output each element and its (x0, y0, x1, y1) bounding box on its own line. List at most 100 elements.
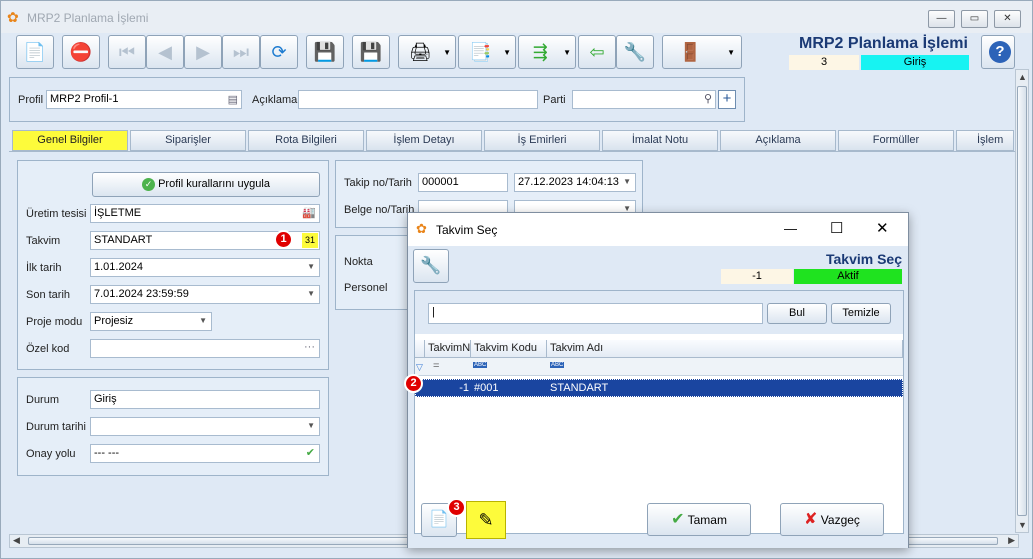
prev-record-button[interactable]: ◀ (146, 35, 184, 69)
onay-yolu-input[interactable]: --- --- ✔ (90, 444, 320, 463)
scroll-down-icon[interactable]: ▼ (1018, 520, 1027, 530)
search-input[interactable]: | (428, 303, 763, 324)
aciklama-input[interactable] (298, 90, 538, 109)
tab-rota-bilgileri[interactable]: Rota Bilgileri (248, 130, 364, 151)
chevron-down-icon[interactable]: ▼ (623, 177, 631, 186)
approve-icon[interactable]: ✔ (306, 446, 315, 459)
filter-row[interactable]: ▽ = ABC ABC (415, 358, 903, 376)
tab-islem-g[interactable]: İşlem G (956, 130, 1014, 151)
filter-equals[interactable]: = (433, 360, 439, 372)
tab-genel-bilgiler[interactable]: Genel Bilgiler (12, 130, 128, 151)
abc-filter-icon[interactable]: ABC (473, 362, 488, 368)
column-header-takvim-kodu[interactable]: Takvim Kodu (471, 340, 547, 358)
row-indicator-header (415, 340, 425, 358)
dialog-settings-button[interactable]: 🔧 (413, 249, 449, 283)
cancel-x-icon: ✘ (804, 511, 818, 528)
record-number: 3 (789, 55, 859, 70)
import-button[interactable]: ⇦ (578, 35, 616, 69)
close-button[interactable]: ✕ (994, 10, 1021, 28)
dialog-record-number: -1 (721, 269, 793, 284)
ozel-kod-input[interactable]: ··· (90, 339, 320, 358)
uretim-input[interactable]: İŞLETME 🏭 (90, 204, 320, 223)
son-tarih-input[interactable]: 7.01.2024 23:59:59 ▼ (90, 285, 320, 304)
save-button[interactable]: 💾 (306, 35, 344, 69)
scroll-left-icon[interactable]: ◀ (13, 535, 20, 546)
edit-calendar-button[interactable]: ✎ (466, 501, 506, 539)
chevron-down-icon[interactable]: ▼ (307, 262, 315, 271)
factory-icon[interactable]: 🏭 (302, 206, 316, 219)
column-header-takvimno[interactable]: TakvimN (425, 340, 471, 358)
onay-yolu-value: --- --- (94, 447, 120, 459)
general-panel: ✓ Profil kurallarını uygula Üretim tesis… (17, 160, 329, 370)
filter-icon[interactable]: ▽ (416, 362, 423, 373)
proje-modu-value: Projesiz (94, 315, 134, 327)
minimize-button[interactable]: — (784, 221, 797, 236)
tab-is-emirleri[interactable]: İş Emirleri (484, 130, 600, 151)
durum-tarihi-label: Durum tarihi (26, 421, 86, 433)
grid-panel: | Bul Temizle TakvimN Takvim Kodu Takvim… (414, 290, 904, 534)
durum-input[interactable]: Giriş (90, 390, 320, 409)
profil-input[interactable]: MRP2 Profil-1 ▤ (46, 90, 242, 109)
chevron-down-icon: ▼ (443, 48, 451, 57)
help-button[interactable]: ? (981, 35, 1015, 69)
tab-formuller[interactable]: Formüller (838, 130, 954, 151)
list-icon[interactable]: ▤ (228, 93, 238, 106)
minimize-button[interactable]: — (928, 10, 955, 28)
scroll-right-icon[interactable]: ▶ (1008, 535, 1015, 546)
ellipsis-button[interactable]: ··· (304, 341, 315, 353)
mode-badge: Giriş (861, 55, 969, 70)
exit-door-icon: 🚪 (679, 42, 702, 62)
chevron-down-icon[interactable]: ▼ (307, 289, 315, 298)
delete-document-icon: ⛔ (69, 42, 93, 62)
settings-button[interactable]: 🔧 (616, 35, 654, 69)
chevron-down-icon[interactable]: ▼ (307, 421, 315, 430)
tab-imalat-notu[interactable]: İmalat Notu (602, 130, 718, 151)
scrollbar-thumb[interactable] (1017, 86, 1027, 516)
exit-button[interactable]: 🚪 ▼ (662, 35, 742, 69)
tamam-button[interactable]: ✔ Tamam (647, 503, 751, 536)
tab-aciklama[interactable]: Açıklama (720, 130, 836, 151)
first-record-button[interactable]: ⏮ (108, 35, 146, 69)
close-button[interactable]: ✕ (876, 219, 889, 237)
maximize-button[interactable]: ▭ (961, 10, 988, 28)
tab-islem-detayi[interactable]: İşlem Detayı (366, 130, 482, 151)
import-icon: ⇦ (589, 42, 605, 62)
add-parti-button[interactable]: + (718, 90, 736, 109)
next-record-button[interactable]: ▶ (184, 35, 222, 69)
bul-button[interactable]: Bul (767, 303, 827, 324)
refresh-button[interactable]: ⟳ (260, 35, 298, 69)
takvim-value: STANDART (94, 234, 153, 246)
vertical-scrollbar[interactable]: ▲ ▼ (1015, 69, 1029, 533)
takip-no-input[interactable]: 000001 (418, 173, 508, 192)
apply-profile-rules-button[interactable]: ✓ Profil kurallarını uygula (92, 172, 320, 197)
takip-tarih-input[interactable]: 27.12.2023 14:04:13 ▼ (514, 173, 636, 192)
apply-profile-rules-label: Profil kurallarını uygula (158, 178, 270, 190)
new-record-button[interactable]: 📄 (16, 35, 54, 69)
export-button[interactable]: ⇶ ▼ (518, 35, 576, 69)
prev-icon: ◀ (158, 42, 172, 62)
lookup-icon[interactable]: ⚲ (704, 92, 712, 105)
ilk-tarih-input[interactable]: 1.01.2024 ▼ (90, 258, 320, 277)
pdf-export-button[interactable]: 📑 ▼ (458, 35, 516, 69)
print-button[interactable]: 🖨 ▼ (398, 35, 456, 69)
temizle-button[interactable]: Temizle (831, 303, 891, 324)
durum-tarihi-input[interactable]: ▼ (90, 417, 320, 436)
vazgec-button[interactable]: ✘ Vazgeç (780, 503, 884, 536)
butterfly-icon: ✿ (416, 221, 427, 236)
aciklama-label: Açıklama (252, 94, 298, 106)
abc-filter-icon[interactable]: ABC (550, 362, 565, 368)
last-record-button[interactable]: ⏭ (222, 35, 260, 69)
column-header-takvim-adi[interactable]: Takvim Adı (547, 340, 903, 358)
maximize-button[interactable]: ☐ (830, 219, 843, 237)
calendar-icon[interactable]: 31 (302, 233, 318, 248)
table-row[interactable]: -1 #001 STANDART (415, 379, 903, 397)
parti-input[interactable]: ⚲ (572, 90, 716, 109)
save-cancel-button[interactable]: 💾 (352, 35, 390, 69)
scroll-up-icon[interactable]: ▲ (1018, 72, 1027, 82)
delete-record-button[interactable]: ⛔ (62, 35, 100, 69)
tab-siparisler[interactable]: Siparişler (130, 130, 246, 151)
chevron-down-icon[interactable]: ▼ (199, 316, 207, 325)
export-icon: ⇶ (532, 42, 548, 62)
butterfly-icon: ✿ (7, 9, 19, 25)
proje-modu-select[interactable]: Projesiz ▼ (90, 312, 212, 331)
